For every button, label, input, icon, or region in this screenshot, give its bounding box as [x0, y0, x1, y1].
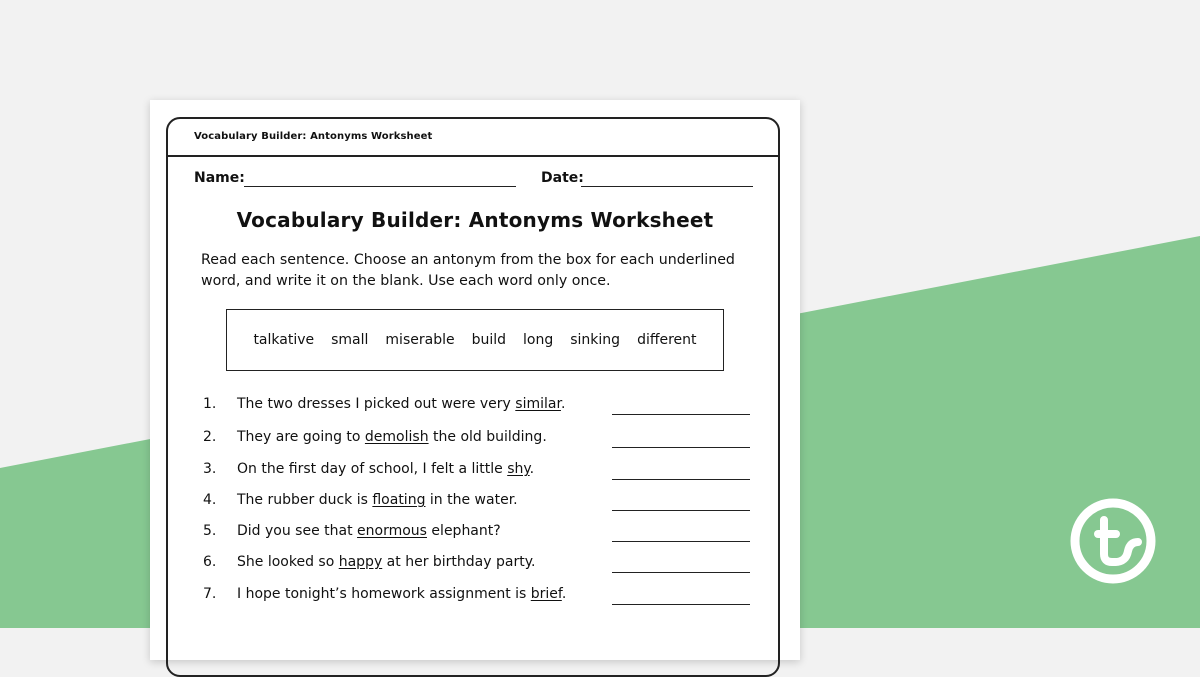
sentence-end: .	[561, 586, 567, 602]
sentence-end: .	[560, 396, 566, 412]
sentence-end: at her birthday party.	[382, 554, 536, 570]
question-number: 7.	[203, 586, 217, 602]
sentence-start: On the first day of school, I felt a lit…	[237, 461, 508, 477]
question-sentence: She looked so happy at her birthday part…	[237, 554, 535, 570]
sentence-end: .	[529, 461, 535, 477]
word-bank-item: long	[523, 332, 554, 348]
underlined-word: shy	[507, 461, 530, 477]
answer-blank[interactable]	[612, 604, 750, 605]
worksheet-title: Vocabulary Builder: Antonyms Worksheet	[236, 208, 714, 232]
question-sentence: Did you see that enormous elephant?	[237, 523, 501, 539]
worksheet-header: Vocabulary Builder: Antonyms Worksheet	[168, 119, 778, 157]
question-row: 5. Did you see that enormous elephant?	[150, 523, 800, 547]
sentence-start: She looked so	[237, 554, 339, 570]
question-row: 2. They are going to demolish the old bui…	[150, 429, 800, 453]
sentence-start: Did you see that	[237, 523, 358, 539]
sentence-start: The rubber duck is	[237, 492, 373, 508]
date-blank[interactable]	[581, 186, 753, 187]
answer-blank[interactable]	[612, 479, 750, 480]
word-bank-item: talkative	[253, 332, 315, 348]
instructions: Read each sentence. Choose an antonym fr…	[201, 252, 735, 289]
question-number: 3.	[203, 461, 217, 477]
sentence-end: elephant?	[426, 523, 501, 539]
word-bank-item: sinking	[570, 332, 621, 348]
question-number: 2.	[203, 429, 217, 445]
question-sentence: The two dresses I picked out were very s…	[237, 396, 565, 412]
name-date-row: Name: Date:	[194, 170, 754, 190]
sentence-end: in the water.	[425, 492, 518, 508]
answer-blank[interactable]	[612, 572, 750, 573]
word-bank-item: different	[637, 332, 697, 348]
sentence-start: I hope tonight’s homework assignment is	[237, 586, 531, 602]
answer-blank[interactable]	[612, 414, 750, 415]
question-row: 7. I hope tonight’s homework assignment i…	[150, 586, 800, 610]
question-row: 6. She looked so happy at her birthday pa…	[150, 554, 800, 578]
underlined-word: happy	[338, 554, 383, 570]
underlined-word: similar	[515, 396, 561, 412]
sentence-end: the old building.	[428, 429, 547, 445]
answer-blank[interactable]	[612, 447, 750, 448]
question-number: 5.	[203, 523, 217, 539]
date-label: Date:	[541, 170, 584, 186]
word-bank-box: talkative small miserable build long sinking d…	[226, 309, 724, 371]
underlined-word: enormous	[357, 523, 427, 539]
sentence-start: The two dresses I picked out were very	[237, 396, 516, 412]
underlined-word: floating	[372, 492, 426, 508]
question-sentence: I hope tonight’s homework assignment is …	[237, 586, 566, 602]
question-row: 1. The two dresses I picked out were very…	[150, 396, 800, 420]
name-blank[interactable]	[244, 186, 516, 187]
worksheet-page: Vocabulary Builder: Antonyms Worksheet N…	[150, 100, 800, 677]
header-title: Vocabulary Builder: Antonyms Worksheet	[194, 131, 433, 142]
question-row: 4. The rubber duck is floating in the wat…	[150, 492, 800, 516]
answer-blank[interactable]	[612, 541, 750, 542]
name-label: Name:	[194, 170, 245, 186]
word-bank-item: small	[331, 332, 369, 348]
word-bank-item: build	[471, 332, 507, 348]
question-row: 3. On the first day of school, I felt a l…	[150, 461, 800, 485]
answer-blank[interactable]	[612, 510, 750, 511]
underlined-word: demolish	[364, 429, 429, 445]
sentence-start: They are going to	[237, 429, 365, 445]
teach-starter-logo-icon	[1070, 498, 1156, 584]
word-bank-item: miserable	[385, 332, 455, 348]
question-number: 6.	[203, 554, 217, 570]
question-number: 1.	[203, 396, 217, 412]
question-sentence: On the first day of school, I felt a lit…	[237, 461, 534, 477]
question-sentence: The rubber duck is floating in the water…	[237, 492, 518, 508]
question-number: 4.	[203, 492, 217, 508]
question-sentence: They are going to demolish the old build…	[237, 429, 547, 445]
underlined-word: brief	[530, 586, 562, 602]
